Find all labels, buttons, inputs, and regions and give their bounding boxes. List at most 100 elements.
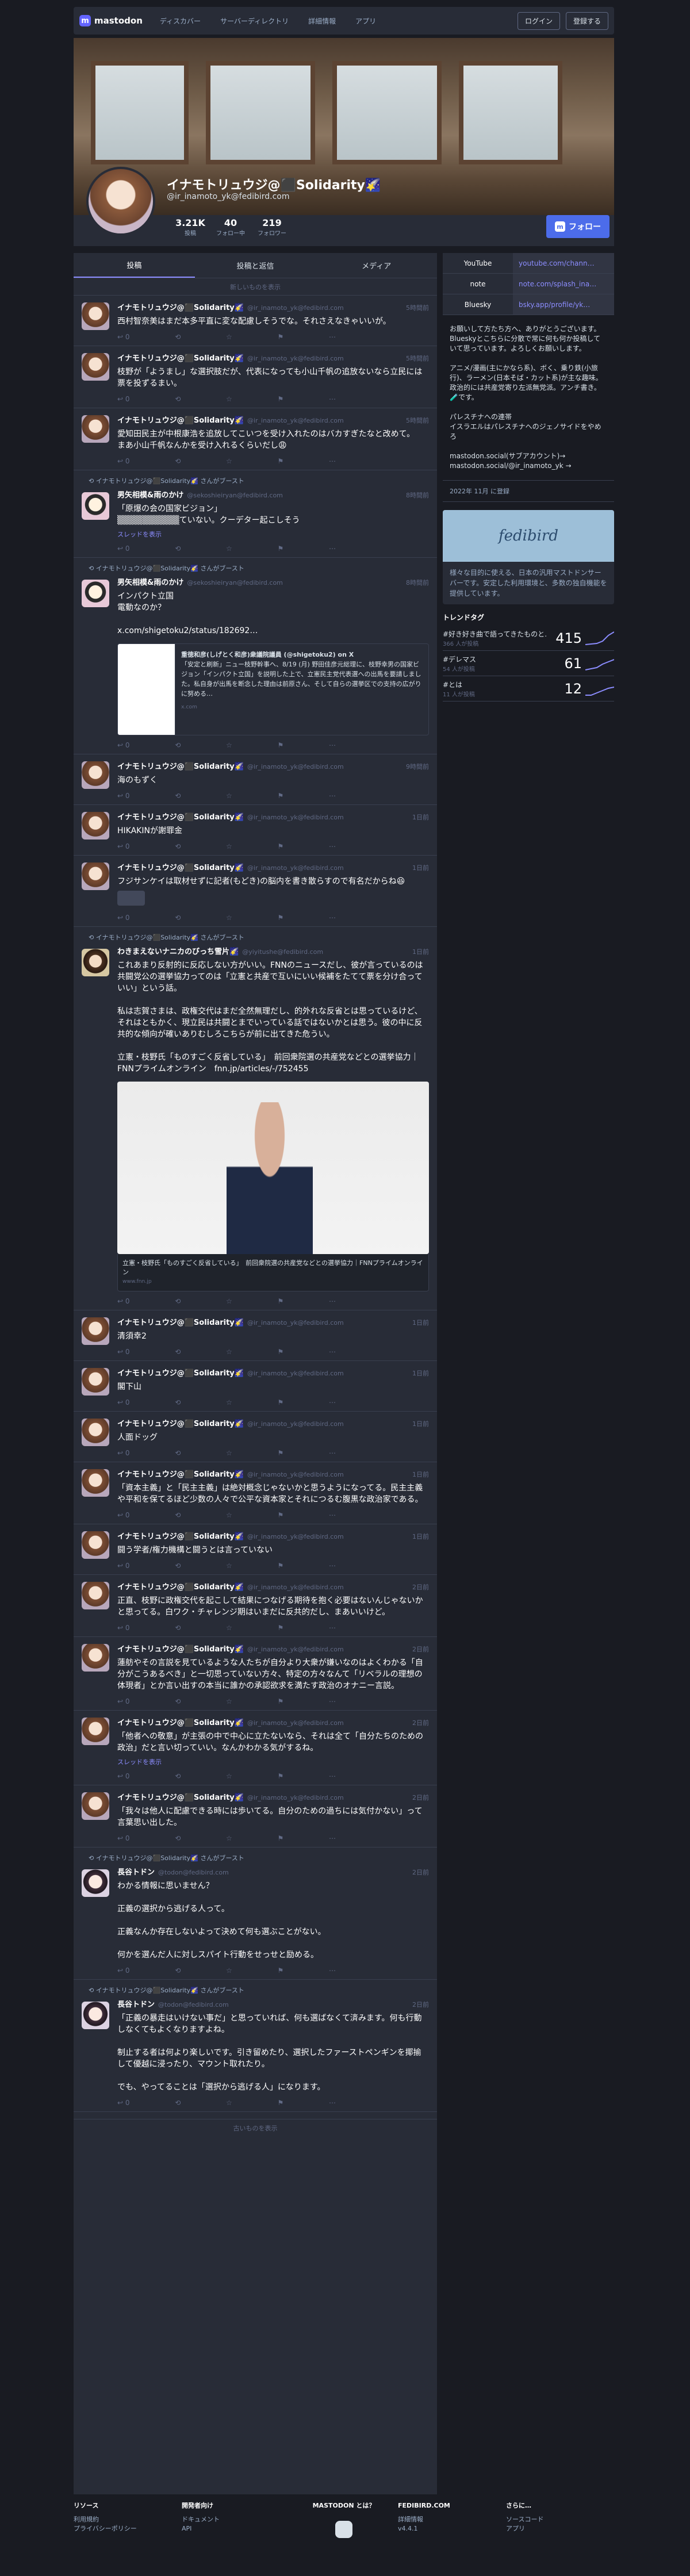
status-time[interactable]: 1日前 — [412, 1419, 429, 1428]
boost-button[interactable]: ⟲ — [175, 1624, 181, 1632]
author-name[interactable]: 男矢相模&雨のかけ — [117, 576, 183, 587]
author-handle[interactable]: @ir_inamoto_yk@fedibird.com — [247, 763, 402, 770]
status-time[interactable]: 1日前 — [412, 863, 429, 872]
bookmark-button[interactable]: ⚑ — [278, 1297, 284, 1305]
author-avatar[interactable] — [82, 2002, 109, 2029]
boost-button[interactable]: ⟲ — [175, 842, 181, 850]
author-name[interactable]: イナモトリュウジ@⬛Solidarity🌠 — [117, 1643, 244, 1654]
reply-button[interactable]: ↩ 0 — [117, 545, 130, 553]
followers-count[interactable]: 219 フォロワー — [252, 217, 292, 237]
author-avatar[interactable] — [82, 1792, 109, 1820]
bookmark-button[interactable]: ⚑ — [278, 1966, 284, 1975]
reply-button[interactable]: ↩ 0 — [117, 1697, 130, 1705]
reply-button[interactable]: ↩ 0 — [117, 914, 130, 922]
author-name[interactable]: イナモトリュウジ@⬛Solidarity🌠 — [117, 861, 244, 872]
reply-button[interactable]: ↩ 0 — [117, 1562, 130, 1570]
following-count[interactable]: 40 フォロー中 — [210, 217, 251, 237]
author-name[interactable]: イナモトリュウジ@⬛Solidarity🌠 — [117, 1581, 244, 1592]
reply-button[interactable]: ↩ 0 — [117, 457, 130, 465]
author-name[interactable]: イナモトリュウジ@⬛Solidarity🌠 — [117, 1716, 244, 1727]
footer-link[interactable]: ソースコード — [506, 2516, 543, 2523]
favourite-button[interactable]: ☆ — [226, 1834, 232, 1842]
trend-tag[interactable]: #デレマス — [443, 654, 547, 664]
tab-media[interactable]: メディア — [316, 253, 437, 278]
author-avatar[interactable] — [82, 1582, 109, 1609]
mastodon-logo[interactable]: m mastodon — [79, 15, 143, 26]
more-options-button[interactable]: ⋯ — [329, 1348, 336, 1356]
more-options-button[interactable]: ⋯ — [329, 1772, 336, 1780]
author-name[interactable]: イナモトリュウジ@⬛Solidarity🌠 — [117, 1530, 244, 1541]
author-avatar[interactable] — [82, 1644, 109, 1672]
author-handle[interactable]: @ir_inamoto_yk@fedibird.com — [247, 1370, 409, 1377]
author-avatar[interactable] — [82, 1718, 109, 1745]
favourite-button[interactable]: ☆ — [226, 1297, 232, 1305]
favourite-button[interactable]: ☆ — [226, 1398, 232, 1406]
author-handle[interactable]: @sekoshieiryan@fedibird.com — [187, 492, 402, 499]
bookmark-button[interactable]: ⚑ — [278, 1834, 284, 1842]
more-options-button[interactable]: ⋯ — [329, 333, 336, 341]
favourite-button[interactable]: ☆ — [226, 395, 232, 403]
footer-link[interactable]: 詳細情報 — [398, 2516, 423, 2523]
author-name[interactable]: イナモトリュウジ@⬛Solidarity🌠 — [117, 1417, 244, 1428]
author-avatar[interactable] — [82, 1317, 109, 1345]
status-time[interactable]: 1日前 — [412, 1368, 429, 1378]
footer-link[interactable]: アプリ — [506, 2525, 525, 2532]
author-avatar[interactable] — [82, 415, 109, 443]
author-handle[interactable]: @todon@fedibird.com — [158, 1869, 409, 1876]
more-options-button[interactable]: ⋯ — [329, 395, 336, 403]
profile-field-link[interactable]: youtube.com/chann… — [513, 253, 614, 273]
author-avatar[interactable] — [82, 862, 109, 890]
author-handle[interactable]: @ir_inamoto_yk@fedibird.com — [247, 864, 409, 872]
trend-tag[interactable]: #とは — [443, 680, 547, 689]
author-handle[interactable]: @ir_inamoto_yk@fedibird.com — [247, 1719, 409, 1727]
status-time[interactable]: 2日前 — [412, 1793, 429, 1802]
reply-button[interactable]: ↩ 0 — [117, 2099, 130, 2107]
bookmark-button[interactable]: ⚑ — [278, 1562, 284, 1570]
more-options-button[interactable]: ⋯ — [329, 842, 336, 850]
favourite-button[interactable]: ☆ — [226, 1511, 232, 1519]
follow-button[interactable]: m フォロー — [546, 215, 610, 238]
favourite-button[interactable]: ☆ — [226, 1562, 232, 1570]
trend-item[interactable]: #とは 11 人が投稿 12 — [443, 676, 614, 702]
boost-button[interactable]: ⟲ — [175, 1449, 181, 1457]
author-name[interactable]: 長谷トドン — [117, 1866, 155, 1877]
more-options-button[interactable]: ⋯ — [329, 1511, 336, 1519]
author-name[interactable]: イナモトリュウジ@⬛Solidarity🌠 — [117, 414, 244, 425]
reply-button[interactable]: ↩ 0 — [117, 395, 130, 403]
nav-server-directory[interactable]: サーバーディレクトリ — [220, 16, 289, 26]
author-avatar[interactable] — [82, 812, 109, 839]
reply-button[interactable]: ↩ 0 — [117, 1624, 130, 1632]
bookmark-button[interactable]: ⚑ — [278, 1449, 284, 1457]
profile-field-link[interactable]: bsky.app/profile/yk… — [513, 294, 614, 315]
status-time[interactable]: 5時間前 — [406, 303, 429, 312]
tab-posts-and-replies[interactable]: 投稿と返信 — [195, 253, 316, 278]
status-time[interactable]: 2日前 — [412, 1718, 429, 1727]
load-older-button[interactable]: 古いものを表示 — [74, 2119, 437, 2136]
nav-discover[interactable]: ディスカバー — [160, 16, 201, 26]
more-options-button[interactable]: ⋯ — [329, 1562, 336, 1570]
bookmark-button[interactable]: ⚑ — [278, 395, 284, 403]
author-name[interactable]: イナモトリュウジ@⬛Solidarity🌠 — [117, 760, 244, 771]
author-handle[interactable]: @ir_inamoto_yk@fedibird.com — [247, 1420, 409, 1428]
author-handle[interactable]: @ir_inamoto_yk@fedibird.com — [247, 1646, 409, 1653]
bookmark-button[interactable]: ⚑ — [278, 1772, 284, 1780]
boost-button[interactable]: ⟲ — [175, 914, 181, 922]
boost-button[interactable]: ⟲ — [175, 1966, 181, 1975]
boost-button[interactable]: ⟲ — [175, 1297, 181, 1305]
status-time[interactable]: 5時間前 — [406, 416, 429, 425]
reply-button[interactable]: ↩ 0 — [117, 1398, 130, 1406]
bookmark-button[interactable]: ⚑ — [278, 842, 284, 850]
author-name[interactable]: 長谷トドン — [117, 1998, 155, 2009]
footer-link[interactable]: API — [182, 2525, 191, 2532]
boost-button[interactable]: ⟲ — [175, 1398, 181, 1406]
author-avatar[interactable] — [82, 353, 109, 381]
trend-item[interactable]: #デレマス 54 人が投稿 61 — [443, 651, 614, 676]
trend-item[interactable]: #好き好き曲で語ってきたものと… 366 人が投稿 415 — [443, 626, 614, 651]
signup-button[interactable]: 登録する — [565, 12, 608, 30]
author-avatar[interactable] — [82, 1368, 109, 1396]
favourite-button[interactable]: ☆ — [226, 333, 232, 341]
bookmark-button[interactable]: ⚑ — [278, 741, 284, 749]
favourite-button[interactable]: ☆ — [226, 1697, 232, 1705]
more-options-button[interactable]: ⋯ — [329, 792, 336, 800]
tab-posts[interactable]: 投稿 — [74, 253, 195, 278]
